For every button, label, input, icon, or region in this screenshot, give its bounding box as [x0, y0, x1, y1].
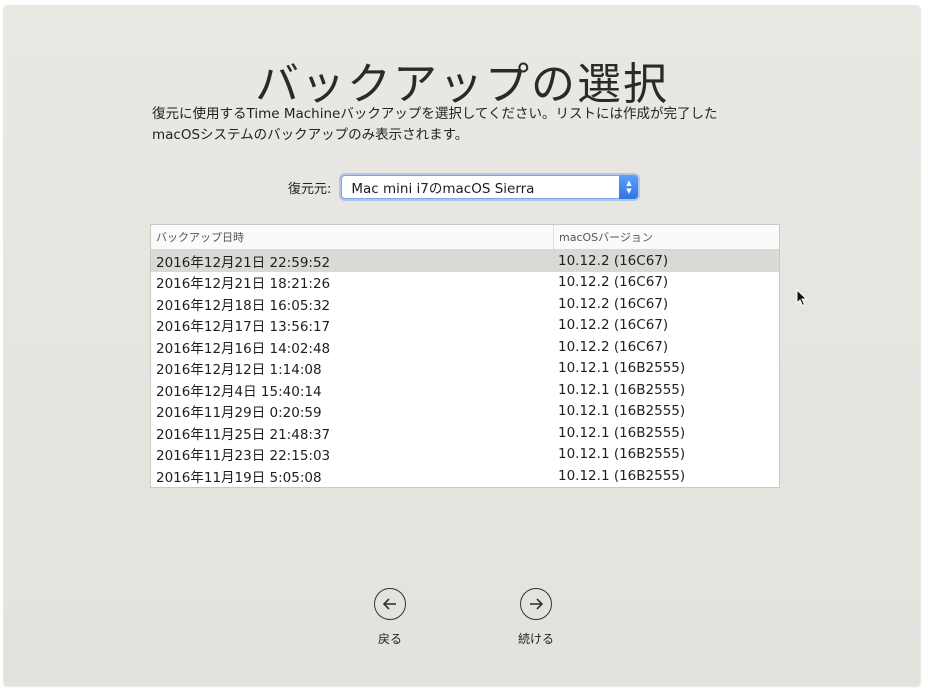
- backup-row[interactable]: 2016年11月23日 22:15:03 10.12.1 (16B2555): [151, 444, 779, 466]
- source-selected-value: Mac mini i7のmacOS Sierra: [351, 181, 535, 197]
- backup-version: 10.12.1 (16B2555): [558, 424, 686, 441]
- backup-date: 2016年12月18日 16:05:32: [156, 297, 331, 314]
- backup-row[interactable]: 2016年12月17日 13:56:17 10.12.2 (16C67): [151, 315, 779, 337]
- description: 復元に使用するTime Machineバックアップを選択してください。リストには…: [152, 104, 802, 146]
- backup-date: 2016年12月21日 22:59:52: [156, 254, 331, 271]
- source-select[interactable]: Mac mini i7のmacOS Sierra ▲ ▼: [341, 175, 639, 199]
- installer-window: バックアップの選択 復元に使用するTime Machineバックアップを選択して…: [4, 6, 920, 686]
- continue-button[interactable]: 続ける: [506, 588, 566, 647]
- back-button[interactable]: 戻る: [360, 588, 420, 647]
- backup-version: 10.12.1 (16B2555): [558, 446, 686, 463]
- arrow-left-circle-icon[interactable]: [374, 588, 406, 620]
- backup-date: 2016年12月16日 14:02:48: [156, 340, 331, 357]
- backup-version: 10.12.1 (16B2555): [558, 467, 686, 484]
- column-header-date[interactable]: バックアップ日時: [151, 229, 553, 245]
- arrow-right-circle-icon[interactable]: [520, 588, 552, 620]
- backup-date: 2016年11月23日 22:15:03: [156, 448, 331, 465]
- backup-date: 2016年12月17日 13:56:17: [156, 319, 331, 336]
- backup-date: 2016年12月12日 1:14:08: [156, 362, 322, 379]
- column-header-version[interactable]: macOSバージョン: [553, 225, 653, 249]
- backup-date: 2016年11月25日 21:48:37: [156, 426, 331, 443]
- backup-version: 10.12.1 (16B2555): [558, 403, 686, 420]
- chevron-up-down-icon: ▲ ▼: [619, 175, 639, 199]
- backup-row[interactable]: 2016年12月12日 1:14:08 10.12.1 (16B2555): [151, 358, 779, 380]
- backup-version: 10.12.2 (16C67): [558, 252, 669, 269]
- backup-date: 2016年12月4日 15:40:14: [156, 383, 322, 400]
- backup-row[interactable]: 2016年12月21日 18:21:26 10.12.2 (16C67): [151, 272, 779, 294]
- continue-label: 続ける: [517, 632, 554, 646]
- list-rows: 2016年12月21日 22:59:52 10.12.2 (16C67) 2016年…: [151, 250, 779, 487]
- backup-version: 10.12.1 (16B2555): [558, 360, 686, 377]
- backup-row[interactable]: 2016年12月16日 14:02:48 10.12.2 (16C67): [151, 336, 779, 358]
- backup-row[interactable]: 2016年12月18日 16:05:32 10.12.2 (16C67): [151, 293, 779, 315]
- backup-row[interactable]: 2016年11月25日 21:48:37 10.12.1 (16B2555): [151, 422, 779, 444]
- backup-date: 2016年11月19日 5:05:08: [156, 469, 322, 486]
- backup-date: 2016年11月29日 0:20:59: [156, 405, 322, 422]
- backup-row[interactable]: 2016年12月4日 15:40:14 10.12.1 (16B2555): [151, 379, 779, 401]
- backup-row[interactable]: 2016年11月19日 5:05:08 10.12.1 (16B2555): [151, 465, 779, 487]
- backup-row[interactable]: 2016年11月29日 0:20:59 10.12.1 (16B2555): [151, 401, 779, 423]
- backup-date: 2016年12月21日 18:21:26: [156, 276, 331, 293]
- mouse-pointer-icon: [796, 288, 808, 311]
- source-label: 復元元:: [288, 181, 332, 197]
- list-header: バックアップ日時 macOSバージョン: [151, 225, 779, 250]
- backup-row[interactable]: 2016年12月21日 22:59:52 10.12.2 (16C67): [151, 250, 779, 272]
- backup-version: 10.12.2 (16C67): [558, 338, 669, 355]
- backup-version: 10.12.2 (16C67): [558, 274, 669, 291]
- backup-version: 10.12.2 (16C67): [558, 295, 669, 312]
- backup-version: 10.12.1 (16B2555): [558, 381, 686, 398]
- backup-version: 10.12.2 (16C67): [558, 317, 669, 334]
- page-title: バックアップの選択: [255, 59, 669, 110]
- description-line-2: macOSシステムのバックアップのみ表示されます。: [152, 127, 469, 143]
- description-line-1: 復元に使用するTime Machineバックアップを選択してください。リストには…: [152, 106, 718, 122]
- back-label: 戻る: [377, 632, 402, 646]
- source-row: 復元元: Mac mini i7のmacOS Sierra ▲ ▼: [288, 173, 639, 201]
- backup-list[interactable]: バックアップ日時 macOSバージョン 2016年12月21日 22:59:52…: [150, 224, 780, 488]
